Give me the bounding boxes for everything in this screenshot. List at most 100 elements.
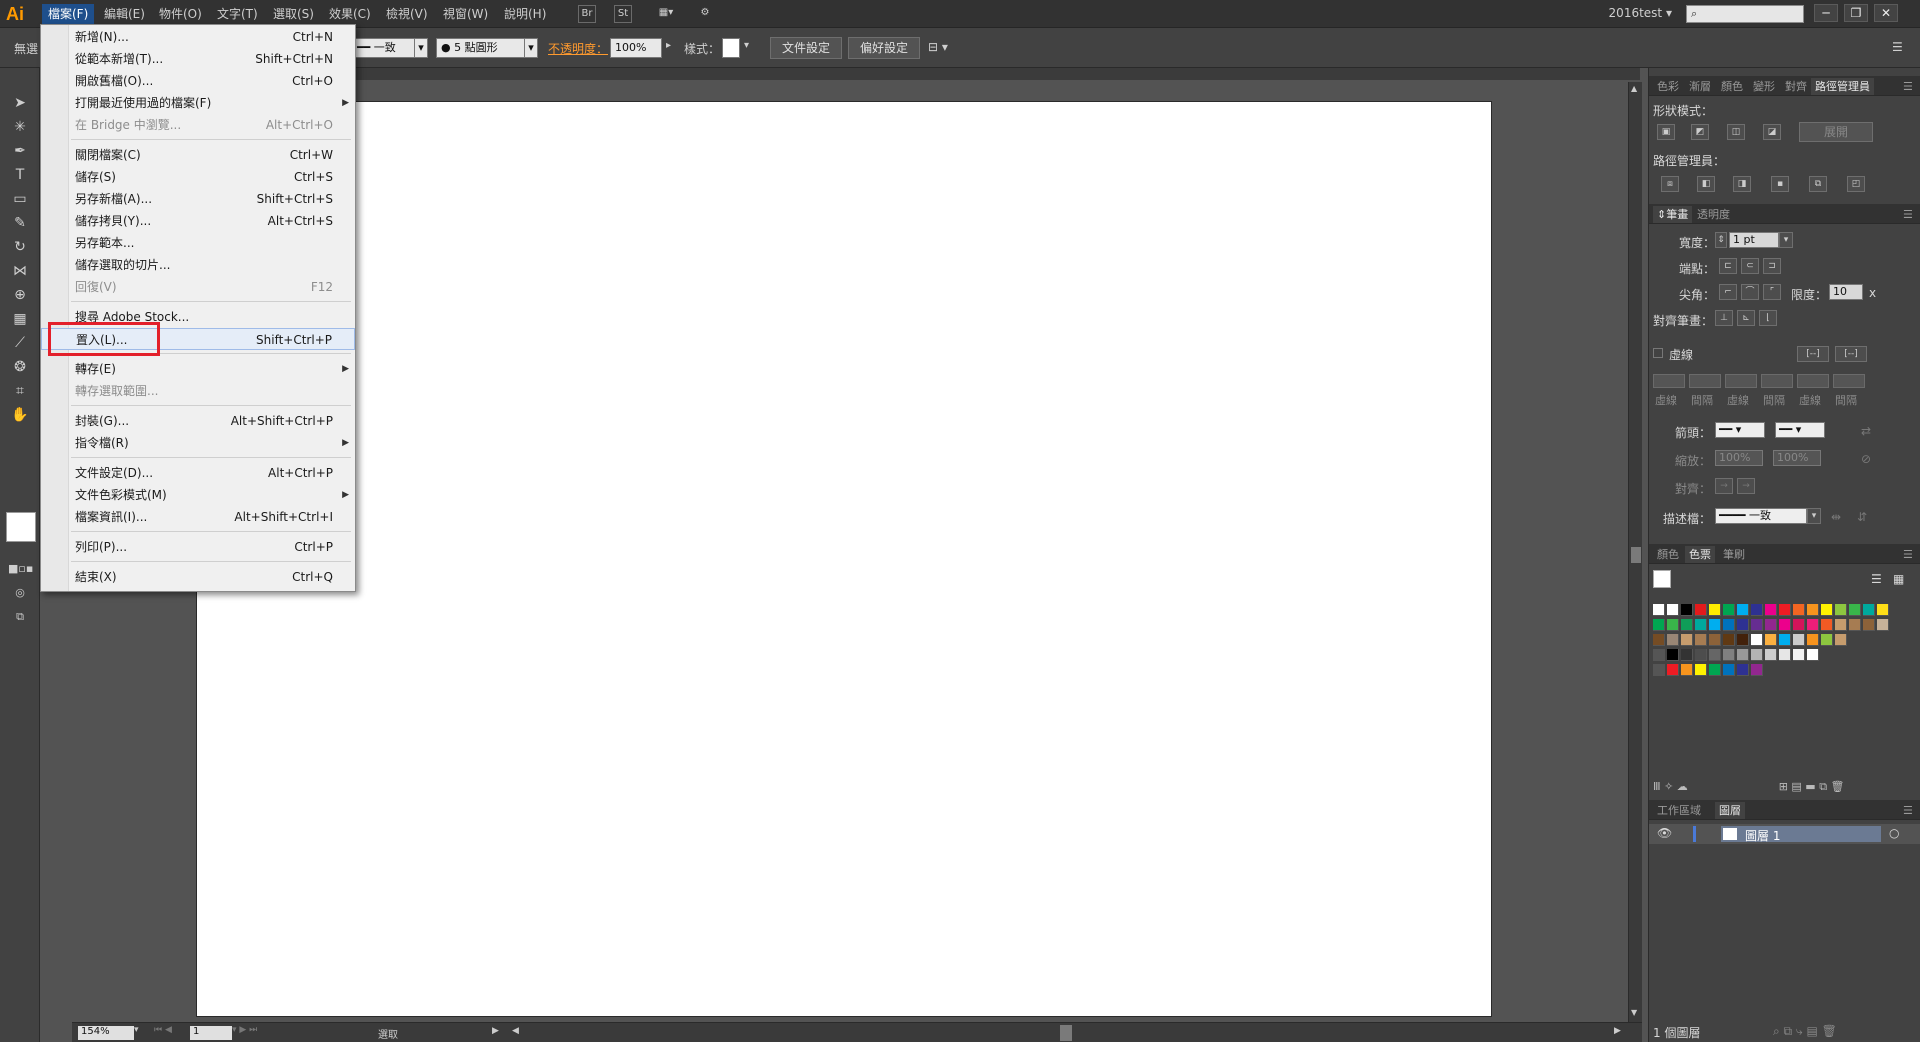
menu-item-scripts[interactable]: 指令檔(R) ▶: [41, 432, 355, 454]
color-swatch[interactable]: [1737, 664, 1749, 676]
color-swatch[interactable]: [1723, 649, 1735, 661]
color-swatch[interactable]: [1765, 604, 1777, 616]
color-swatch[interactable]: [1821, 634, 1833, 646]
color-swatch[interactable]: [1765, 619, 1777, 631]
menu-item-save[interactable]: 儲存(S) Ctrl+S: [41, 166, 355, 188]
end-arrowhead-select[interactable]: ━━ ▾: [1775, 422, 1825, 438]
paintbrush-tool-icon[interactable]: ✎: [8, 212, 32, 234]
color-swatch[interactable]: [1793, 619, 1805, 631]
color-swatch[interactable]: [1681, 604, 1693, 616]
round-cap-icon[interactable]: ⊂: [1741, 258, 1759, 274]
opacity-input[interactable]: 100%: [610, 38, 662, 58]
color-swatch[interactable]: [1807, 619, 1819, 631]
minus-back-icon[interactable]: ◰: [1847, 176, 1865, 192]
artboard-tool-icon[interactable]: ⌗: [8, 380, 32, 402]
tab-swatches[interactable]: 色票: [1685, 546, 1715, 563]
color-swatch[interactable]: [1709, 649, 1721, 661]
tab-color[interactable]: 色彩: [1653, 78, 1683, 95]
menu-item-new[interactable]: 新增(N)... Ctrl+N: [41, 26, 355, 48]
tab-transform[interactable]: 變形: [1749, 78, 1779, 95]
magic-wand-tool-icon[interactable]: ✳: [8, 116, 32, 138]
trim-icon[interactable]: ◧: [1697, 176, 1715, 192]
dash-1-input[interactable]: [1653, 374, 1685, 388]
gap-2-input[interactable]: [1761, 374, 1793, 388]
color-swatch[interactable]: [1653, 634, 1665, 646]
dash-align-icon[interactable]: [‑‑]: [1835, 346, 1867, 362]
rectangle-tool-icon[interactable]: ▭: [8, 188, 32, 210]
chevron-down-icon[interactable]: ▾: [414, 38, 428, 58]
menu-type[interactable]: 文字(T): [211, 4, 264, 24]
butt-cap-icon[interactable]: ⊏: [1719, 258, 1737, 274]
status-menu-icon[interactable]: ▶: [492, 1026, 499, 1036]
color-swatch[interactable]: [1667, 619, 1679, 631]
color-swatch[interactable]: [1779, 604, 1791, 616]
tab-brushes[interactable]: 筆刷: [1719, 546, 1749, 563]
crop-icon[interactable]: ▪: [1771, 176, 1789, 192]
color-swatch[interactable]: [1877, 619, 1889, 631]
menu-item-export-selection[interactable]: 轉存選取範圍...: [41, 380, 355, 402]
menu-item-package[interactable]: 封裝(G)... Alt+Shift+Ctrl+P: [41, 410, 355, 432]
color-swatch[interactable]: [1877, 604, 1889, 616]
color-swatch[interactable]: [1681, 664, 1693, 676]
color-swatch[interactable]: [1723, 634, 1735, 646]
color-swatch[interactable]: [1807, 604, 1819, 616]
scrollbar-thumb[interactable]: [1631, 547, 1641, 563]
color-swatch[interactable]: [1779, 619, 1791, 631]
stepper-icon[interactable]: ⇕: [1715, 232, 1727, 248]
vertical-scrollbar[interactable]: ▲ ▼: [1628, 82, 1642, 1022]
menu-item-revert[interactable]: 回復(V) F12: [41, 276, 355, 298]
menu-item-close[interactable]: 關閉檔案(C) Ctrl+W: [41, 144, 355, 166]
chevron-down-icon[interactable]: ▾: [1779, 232, 1793, 248]
color-swatch[interactable]: [1709, 619, 1721, 631]
workspace-switcher[interactable]: 2016test ▾: [1609, 6, 1672, 20]
fill-color-swatch[interactable]: [6, 512, 36, 542]
list-view-icon[interactable]: ☰: [1871, 572, 1882, 586]
arrow-tip-beyond-icon[interactable]: →: [1715, 478, 1733, 494]
first-artboard-icon[interactable]: ⏮ ◀: [154, 1025, 172, 1035]
drawing-mode-icon[interactable]: ◎: [8, 582, 32, 604]
zoom-level-field[interactable]: 154%: [78, 1026, 134, 1040]
color-swatch[interactable]: [1835, 604, 1847, 616]
color-swatch[interactable]: [1793, 604, 1805, 616]
artboard-number-field[interactable]: 1: [190, 1026, 232, 1040]
intersect-icon[interactable]: ◫: [1727, 124, 1745, 140]
menu-item-new-from-template[interactable]: 從範本新增(T)... Shift+Ctrl+N: [41, 48, 355, 70]
color-swatch[interactable]: [1695, 619, 1707, 631]
color-swatch[interactable]: [1863, 619, 1875, 631]
chevron-down-icon[interactable]: ▾: [134, 1025, 139, 1035]
color-swatch[interactable]: [1667, 649, 1679, 661]
color-swatch[interactable]: [1751, 664, 1763, 676]
color-swatch[interactable]: [1807, 634, 1819, 646]
menu-item-browse-bridge[interactable]: 在 Bridge 中瀏覽... Alt+Ctrl+O: [41, 114, 355, 136]
merge-icon[interactable]: ◨: [1733, 176, 1751, 192]
color-swatch[interactable]: [1695, 664, 1707, 676]
horizontal-scrollbar-thumb[interactable]: [1060, 1025, 1072, 1041]
thumbnail-view-icon[interactable]: ▦: [1893, 572, 1904, 586]
color-swatch[interactable]: [1737, 619, 1749, 631]
color-swatch[interactable]: [1667, 664, 1679, 676]
menu-effect[interactable]: 效果(C): [323, 4, 377, 24]
color-swatch[interactable]: [1863, 604, 1875, 616]
minus-front-icon[interactable]: ◩: [1691, 124, 1709, 140]
menu-item-save-as[interactable]: 另存新檔(A)... Shift+Ctrl+S: [41, 188, 355, 210]
flip-along-icon[interactable]: ⇹: [1831, 510, 1841, 524]
menu-help[interactable]: 說明(H): [498, 4, 552, 24]
align-inside-icon[interactable]: ⊾: [1737, 310, 1755, 326]
gap-1-input[interactable]: [1689, 374, 1721, 388]
hand-tool-icon[interactable]: ✋: [8, 404, 32, 426]
rotate-tool-icon[interactable]: ↻: [8, 236, 32, 258]
swap-arrows-icon[interactable]: ⇄: [1861, 424, 1871, 438]
panel-menu-icon[interactable]: ☰: [1899, 78, 1917, 95]
eye-icon[interactable]: 👁: [1657, 826, 1672, 840]
miter-join-icon[interactable]: ⌐: [1719, 284, 1737, 300]
layer-target-icon[interactable]: ○: [1889, 826, 1899, 840]
chevron-right-icon[interactable]: ▸: [666, 40, 671, 51]
color-swatch[interactable]: [1653, 619, 1665, 631]
fill-stroke-preview[interactable]: [1653, 570, 1671, 588]
color-swatch[interactable]: [1751, 649, 1763, 661]
color-swatch[interactable]: [1807, 649, 1819, 661]
opacity-link[interactable]: 不透明度：: [548, 40, 608, 57]
eyedropper-tool-icon[interactable]: ⟋: [8, 332, 32, 354]
perspective-grid-tool-icon[interactable]: ▦: [8, 308, 32, 330]
brush-definition[interactable]: ● 5 點圓形: [436, 38, 530, 58]
